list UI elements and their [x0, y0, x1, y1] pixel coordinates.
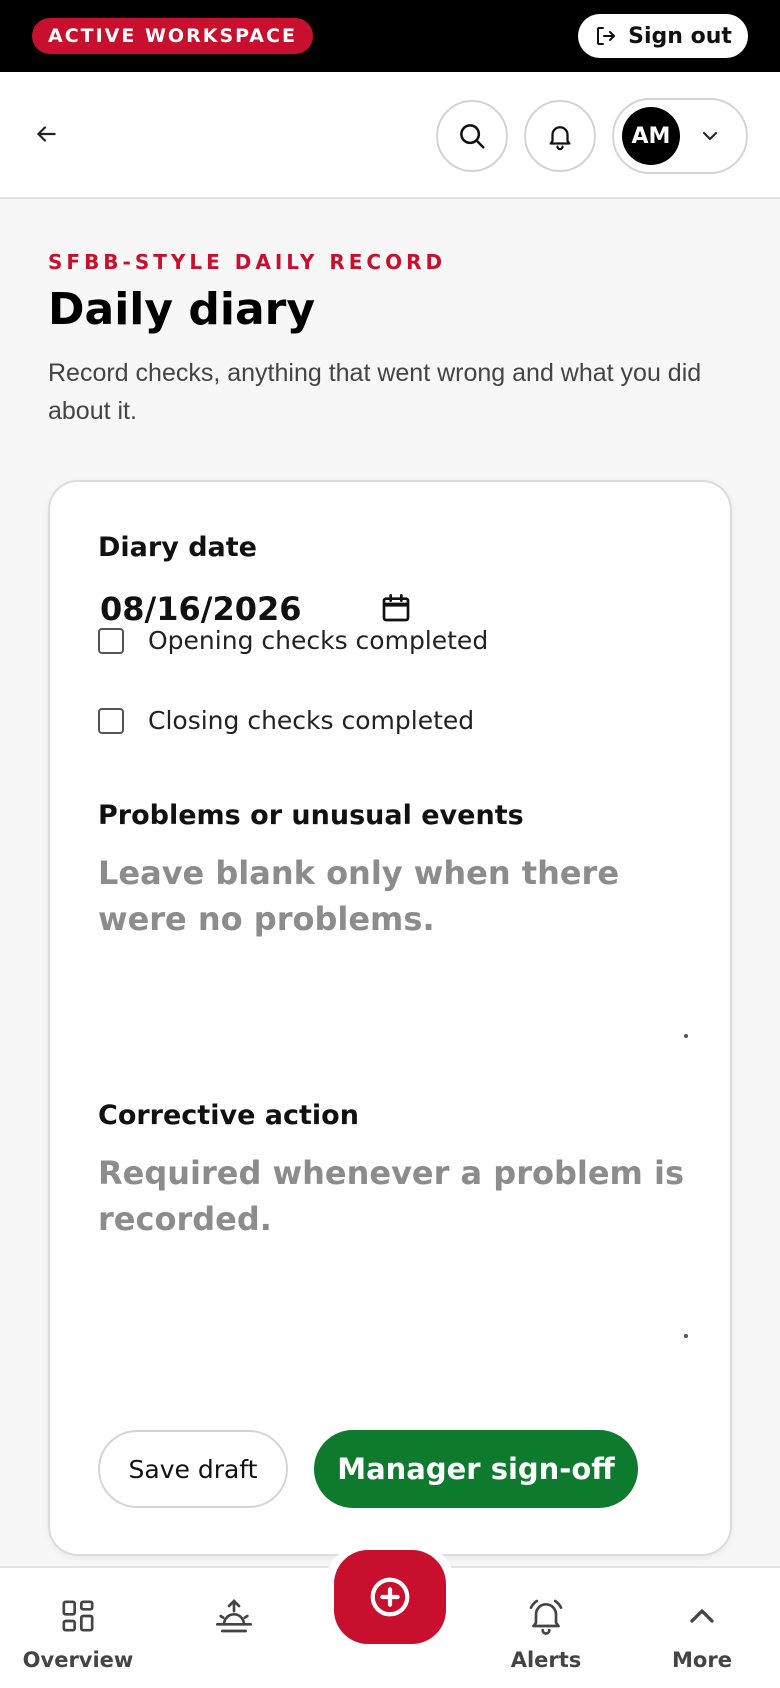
calendar-icon[interactable] [380, 592, 412, 624]
sign-out-label: Sign out [628, 23, 732, 49]
search-button[interactable] [436, 100, 508, 172]
resize-handle[interactable] [684, 1034, 688, 1038]
nav-label-more: More [672, 1648, 732, 1672]
page-title: Daily diary [48, 284, 316, 335]
nav-label-alerts: Alerts [510, 1648, 582, 1672]
grid-icon [62, 1600, 94, 1632]
problems-label: Problems or unusual events [98, 800, 524, 831]
sign-out-button[interactable]: Sign out [578, 14, 748, 58]
closing-checks-label: Closing checks completed [148, 706, 475, 735]
opening-checks-checkbox[interactable] [98, 627, 124, 654]
diary-date-label: Diary date [98, 532, 257, 563]
plus-circle-icon [370, 1577, 410, 1617]
avatar: AM [622, 107, 680, 165]
top-bar: ACTIVE WORKSPACE Sign out [0, 0, 780, 72]
search-icon [460, 124, 485, 149]
alarm-bell-icon [529, 1599, 563, 1635]
closing-checks-row[interactable]: Closing checks completed [98, 706, 474, 735]
diary-form-card: Diary date 08/16/2026 Opening checks com… [48, 480, 732, 1556]
manager-signoff-button[interactable]: Manager sign-off [314, 1430, 638, 1508]
back-button[interactable] [28, 116, 64, 152]
nav-item-alerts[interactable]: Alerts [468, 1568, 624, 1688]
sign-out-icon [597, 27, 616, 45]
sunrise-icon [216, 1599, 253, 1633]
page-subtitle: Record checks, anything that went wrong … [48, 359, 702, 425]
nav-item-sunrise[interactable] [156, 1568, 312, 1688]
add-entry-button[interactable] [334, 1550, 446, 1644]
bell-icon [549, 126, 571, 151]
save-draft-button[interactable]: Save draft [98, 1430, 288, 1508]
chevron-down-icon [703, 132, 717, 140]
arrow-left-icon [37, 126, 56, 142]
nav-label-overview: Overview [22, 1648, 134, 1672]
corrective-action-textarea[interactable]: Required whenever a problem is recorded. [98, 1150, 688, 1338]
problems-placeholder: Leave blank only when there were no prob… [98, 854, 620, 938]
notifications-button[interactable] [524, 100, 596, 172]
app-header: AM [0, 72, 780, 199]
problems-textarea[interactable]: Leave blank only when there were no prob… [98, 850, 688, 1038]
opening-checks-row[interactable]: Opening checks completed [98, 626, 488, 655]
chevron-up-icon [690, 1609, 714, 1623]
diary-date-input[interactable]: 08/16/2026 [100, 590, 302, 628]
nav-item-more[interactable]: More [624, 1568, 780, 1688]
corrective-action-placeholder: Required whenever a problem is recorded. [98, 1154, 685, 1238]
resize-handle[interactable] [684, 1334, 688, 1338]
nav-item-overview[interactable]: Overview [0, 1568, 156, 1688]
workspace-badge: ACTIVE WORKSPACE [32, 18, 313, 54]
opening-checks-label: Opening checks completed [148, 626, 489, 655]
corrective-action-label: Corrective action [98, 1100, 359, 1131]
account-menu[interactable]: AM [612, 98, 748, 174]
page-eyebrow: SFBB-STYLE DAILY RECORD [48, 250, 447, 274]
closing-checks-checkbox[interactable] [98, 707, 124, 734]
